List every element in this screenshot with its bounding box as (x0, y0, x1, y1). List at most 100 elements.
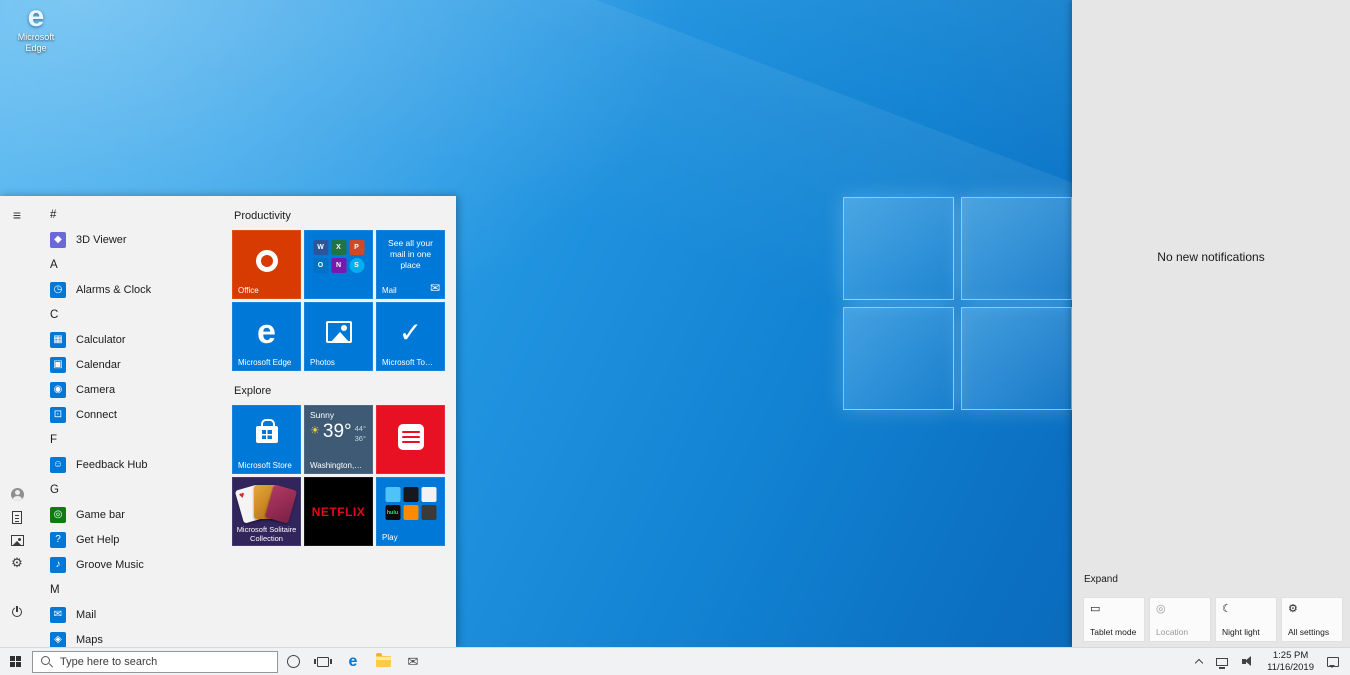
quick-action-button[interactable]: ▭ Tablet mode (1083, 597, 1145, 642)
notification-icon (1327, 657, 1339, 667)
app-list-item[interactable]: ? Get Help (48, 527, 230, 552)
app-icon: ? (50, 532, 66, 548)
taskbar-edge-button[interactable]: e (338, 648, 368, 675)
volume-button[interactable] (1235, 648, 1261, 675)
desktop-icon-label: Microsoft Edge (9, 32, 63, 54)
task-view-icon (317, 657, 329, 667)
app-list-item[interactable]: ⊡ Connect (48, 402, 230, 427)
app-list-header[interactable]: F (48, 427, 230, 452)
tile-group-title[interactable]: Explore (234, 385, 448, 398)
tile-photos[interactable]: Photos (304, 302, 373, 371)
mail-icon: ✉ (408, 654, 419, 670)
app-icon: ◆ (50, 232, 66, 248)
tile-label: Office (238, 286, 298, 295)
outlook-icon: O (313, 258, 328, 273)
cortana-button[interactable] (278, 648, 308, 675)
tile-office-apps-folder[interactable]: W X P O N S (304, 230, 373, 299)
app-list-header[interactable]: G (48, 477, 230, 502)
expand-toggle[interactable]: Expand (1084, 574, 1118, 585)
show-hidden-icons-button[interactable] (1189, 648, 1209, 675)
hulu-icon: hulu (385, 505, 400, 520)
streaming-app-icon (421, 487, 436, 502)
app-icon: ▦ (50, 332, 66, 348)
user-avatar-icon (11, 488, 24, 501)
start-pictures-button[interactable] (0, 528, 34, 552)
action-center-button[interactable] (1320, 648, 1346, 675)
start-settings-button[interactable]: ⚙ (0, 551, 34, 575)
folder-tile-icons: W X P O N S (313, 240, 364, 273)
word-icon: W (313, 240, 328, 255)
tile-news[interactable] (376, 405, 445, 474)
app-label: M (50, 584, 60, 596)
quick-action-button[interactable]: ☾ Night light (1215, 597, 1277, 642)
taskbar-clock[interactable]: 1:25 PM 11/16/2019 (1261, 650, 1320, 674)
edge-icon: e (257, 315, 276, 349)
app-list-item[interactable]: ◉ Camera (48, 377, 230, 402)
file-explorer-button[interactable] (368, 648, 398, 675)
app-icon: ♪ (50, 557, 66, 573)
tile-weather[interactable]: Sunny ☀ 39° 44° 36° Washington,… (304, 405, 373, 474)
app-list-header[interactable]: C (48, 302, 230, 327)
settings-gear-icon: ⚙ (11, 555, 23, 571)
app-list-header[interactable]: M (48, 577, 230, 602)
tile-solitaire[interactable]: Microsoft Solitaire Collection (232, 477, 301, 546)
app-list-item[interactable]: ♪ Groove Music (48, 552, 230, 577)
app-list-header[interactable]: # (48, 202, 230, 227)
app-label: # (50, 209, 56, 221)
logo-pane (961, 307, 1072, 410)
task-view-button[interactable] (308, 648, 338, 675)
tile-mail[interactable]: See all your mail in one place ✉ Mail (376, 230, 445, 299)
search-input[interactable] (60, 656, 269, 668)
start-documents-button[interactable] (0, 505, 34, 529)
tile-office[interactable]: Office (232, 230, 301, 299)
app-list-item[interactable]: ▦ Calculator (48, 327, 230, 352)
desktop-icon-edge[interactable]: e Microsoft Edge (4, 2, 68, 54)
app-list-item[interactable]: ▣ Calendar (48, 352, 230, 377)
logo-pane (843, 197, 954, 300)
tile-label: Microsoft Edge (238, 358, 298, 367)
app-list-item[interactable]: ◆ 3D Viewer (48, 227, 230, 252)
tile-microsoft-todo[interactable]: ✓ Microsoft To… (376, 302, 445, 371)
hamburger-icon: ≡ (13, 207, 21, 223)
app-list-item[interactable]: ✉ Mail (48, 602, 230, 627)
tray-time: 1:25 PM (1273, 650, 1308, 662)
taskbar-search-box[interactable] (32, 651, 278, 673)
app-label: 3D Viewer (76, 234, 127, 246)
start-button[interactable] (0, 648, 30, 675)
weather-low: 36° (355, 434, 366, 443)
tile-label: Photos (310, 358, 370, 367)
start-power-button[interactable] (0, 600, 34, 624)
taskbar-mail-button[interactable]: ✉ (398, 648, 428, 675)
quick-action-button[interactable]: ◎ Location (1149, 597, 1211, 642)
app-list-header[interactable]: A (48, 252, 230, 277)
app-label: Calendar (76, 359, 121, 371)
tile-label: Play (382, 533, 442, 542)
tile-label: Microsoft Store (238, 461, 298, 470)
tile-label: Microsoft Solitaire Collection (234, 525, 299, 543)
app-list-item[interactable]: ☺ Feedback Hub (48, 452, 230, 477)
chevron-up-icon (1195, 659, 1203, 667)
netflix-wordmark: NETFLIX (312, 505, 366, 519)
app-label: Game bar (76, 509, 125, 521)
tile-microsoft-edge[interactable]: e Microsoft Edge (232, 302, 301, 371)
start-user-button[interactable] (0, 482, 34, 506)
windows-logo-icon (10, 656, 21, 667)
tile-label: Microsoft To… (382, 358, 442, 367)
app-label: A (50, 259, 58, 271)
no-notifications-text: No new notifications (1072, 250, 1350, 264)
app-icon: ◈ (50, 632, 66, 648)
onenote-icon: N (331, 258, 346, 273)
app-list-item[interactable]: ◈ Maps (48, 627, 230, 647)
start-menu-expand-button[interactable]: ≡ (0, 203, 34, 227)
network-button[interactable] (1209, 648, 1235, 675)
app-label: Mail (76, 609, 96, 621)
app-list-item[interactable]: ◷ Alarms & Clock (48, 277, 230, 302)
app-list-item[interactable]: ◎ Game bar (48, 502, 230, 527)
checkmark-icon: ✓ (399, 316, 422, 349)
quick-action-button[interactable]: ⚙ All settings (1281, 597, 1343, 642)
tile-play-folder[interactable]: hulu Play (376, 477, 445, 546)
app-label: Get Help (76, 534, 119, 546)
tile-netflix[interactable]: NETFLIX (304, 477, 373, 546)
tile-microsoft-store[interactable]: Microsoft Store (232, 405, 301, 474)
tile-group-title[interactable]: Productivity (234, 210, 448, 223)
